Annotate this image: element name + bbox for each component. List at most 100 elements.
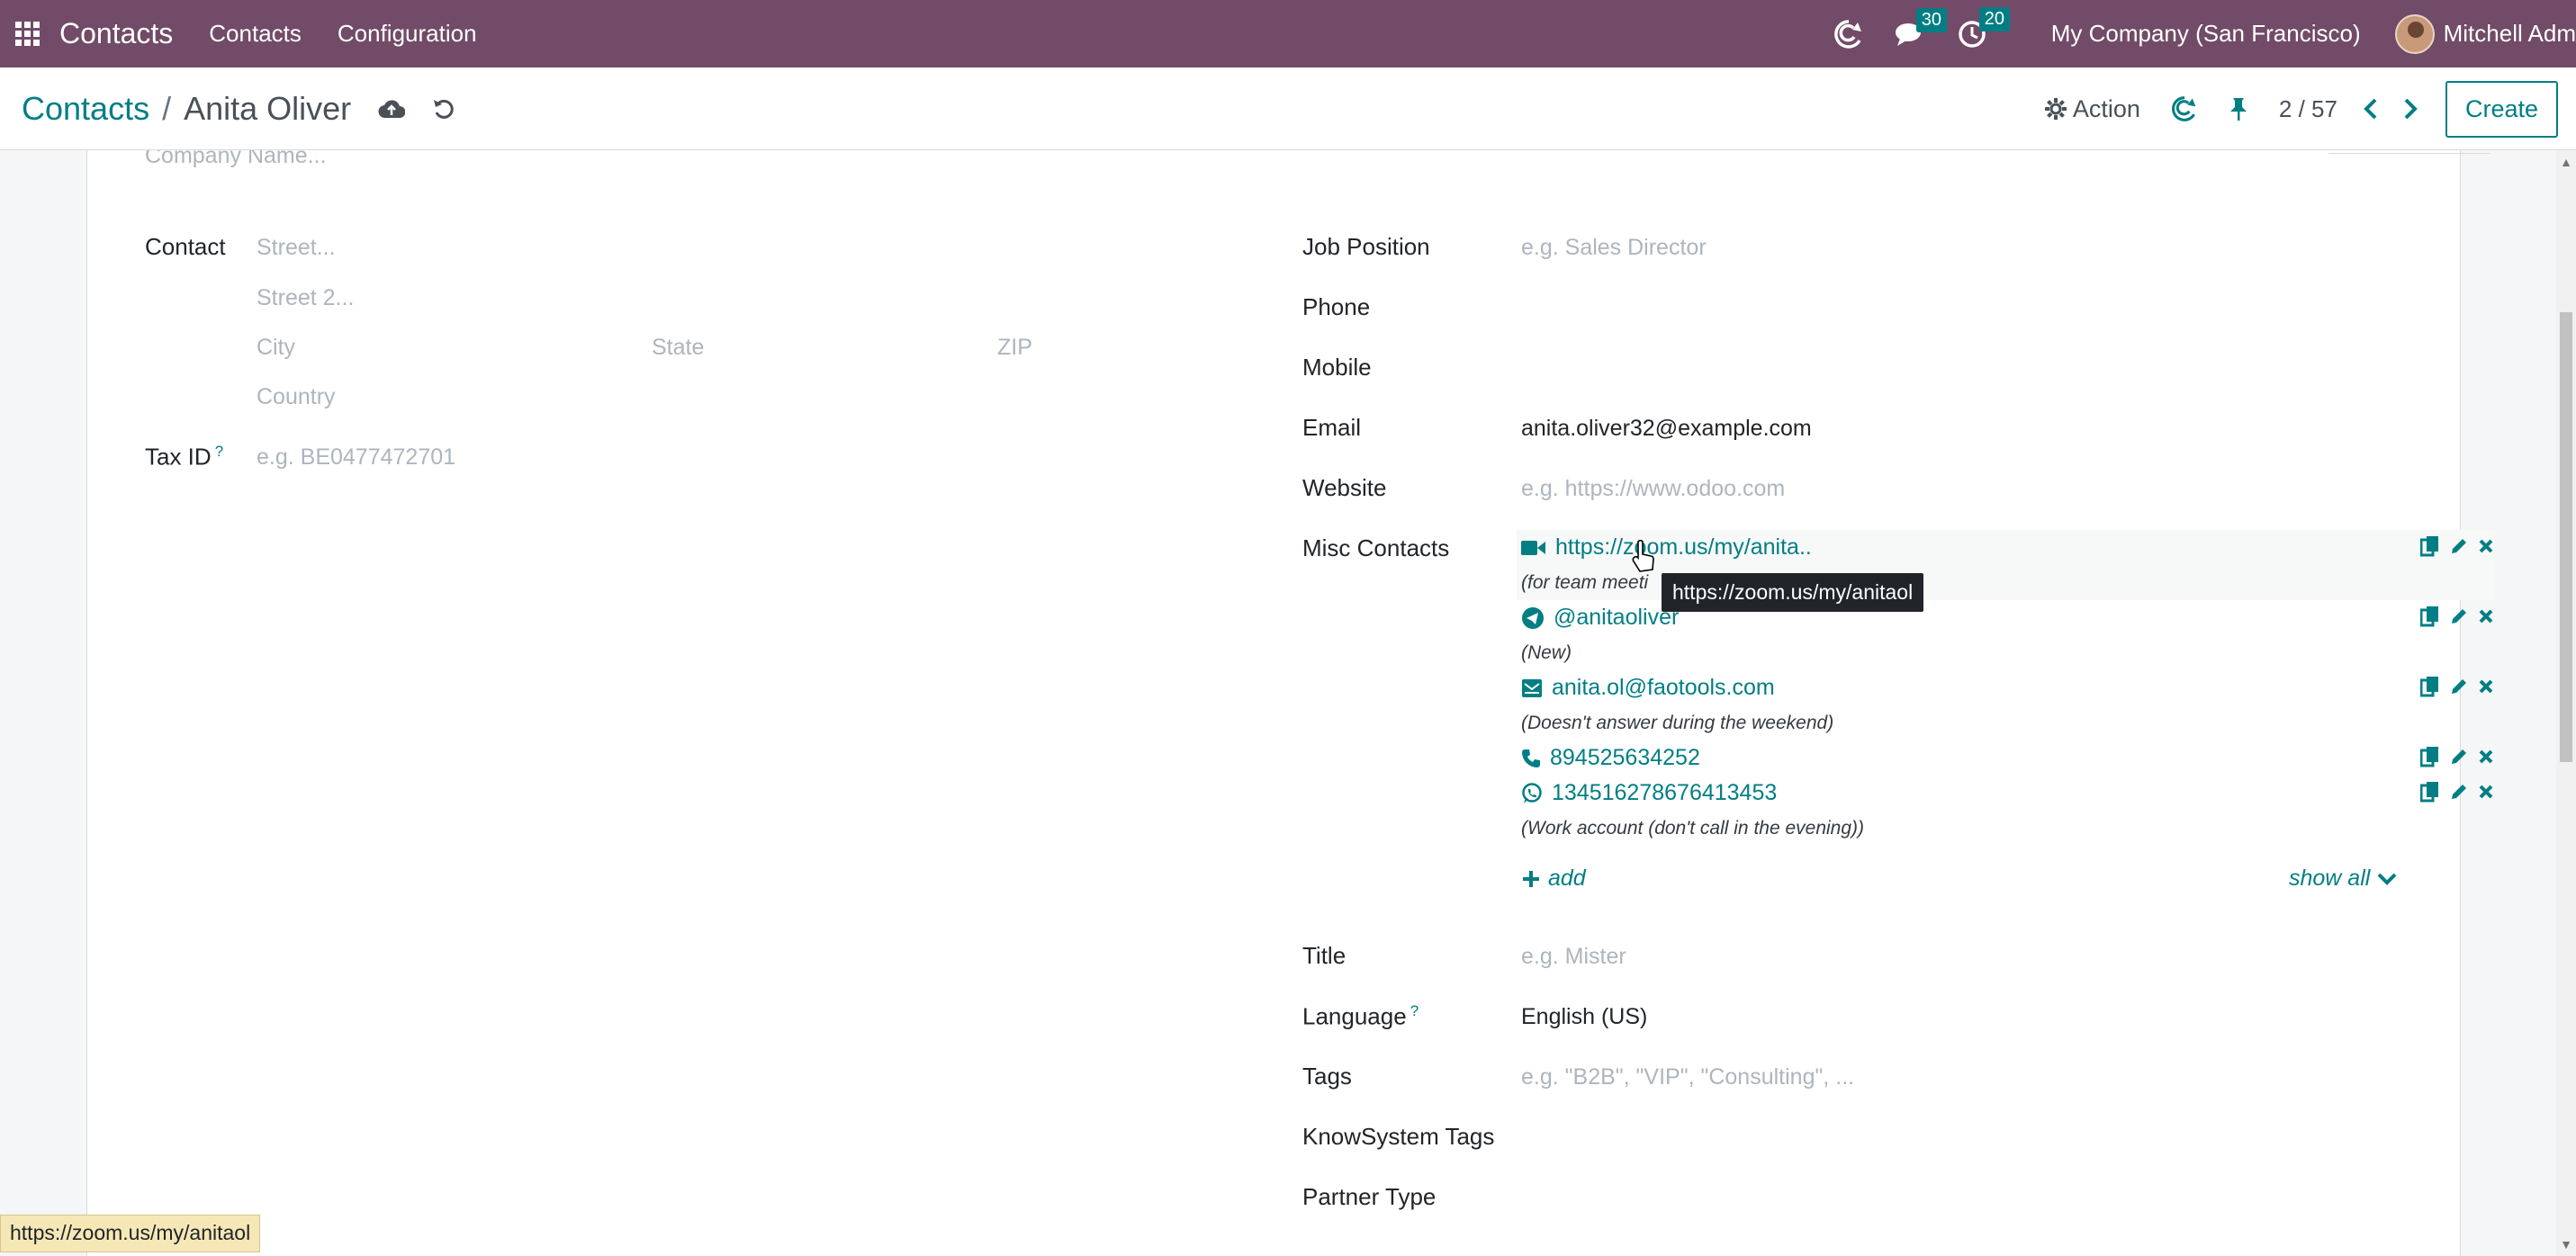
misc-contact-telegram-value: @anitaoliver [1554,605,1680,630]
delete-x-icon[interactable] [2478,749,2494,765]
misc-contact-email-note: (Doesn't answer during the weekend) [1521,713,1834,733]
job-position-input[interactable]: e.g. Sales Director [1521,235,1707,261]
mouse-pointer-icon [1632,540,1654,572]
tax-id-help-icon[interactable]: ? [215,443,223,460]
email-label: Email [1302,414,1362,441]
copy-icon[interactable] [2420,606,2440,627]
language-help-icon[interactable]: ? [1410,1002,1419,1019]
discuss-icon[interactable] [1833,19,1864,49]
link-tooltip: https://zoom.us/my/anitaol [1662,573,1924,612]
email-input[interactable]: anita.oliver32@example.com [1521,416,1812,442]
delete-x-icon[interactable] [2478,678,2494,695]
whatsapp-icon [1522,782,1542,803]
video-camera-icon [1521,540,1545,555]
form-sheet: Company Name... Contact Street... Street… [86,150,2495,1256]
pin-icon[interactable] [2229,96,2248,121]
country-select[interactable]: Country [257,384,336,410]
action-menu-button[interactable]: Action [2044,95,2140,123]
delete-x-icon[interactable] [2478,784,2494,800]
show-all-button[interactable]: show all [2289,866,2397,892]
language-label: Language? [1302,1002,1419,1031]
action-label: Action [2072,94,2140,122]
misc-contact-phone-link[interactable]: 894525634252 [1521,745,1700,771]
zip-input[interactable]: ZIP [997,335,1032,361]
copy-icon[interactable] [2420,746,2440,767]
tags-label: Tags [1302,1063,1352,1090]
add-label: add [1548,866,1586,891]
misc-contact-telegram-actions [2420,606,2494,627]
gear-icon [2044,98,2067,120]
contact-address-label: Contact [145,233,226,260]
street-input[interactable]: Street... [257,235,336,261]
copy-icon[interactable] [2420,535,2440,557]
top-navbar: Contacts Contacts Configuration 30 20 My… [0,0,2576,67]
telegram-icon [1522,606,1544,629]
user-avatar[interactable] [2394,13,2435,54]
pager-next-icon[interactable] [2402,97,2418,121]
plus-icon [1523,870,1539,887]
copy-icon[interactable] [2420,676,2440,697]
misc-contact-phone-actions [2420,746,2494,767]
activities-icon[interactable]: 20 [1958,6,2010,49]
edit-pencil-icon[interactable] [2449,747,2469,767]
breadcrumb-separator: / [162,89,172,127]
pager-previous-icon[interactable] [2363,97,2379,121]
pager-value[interactable]: 2 / 57 [2279,95,2337,123]
language-label-text: Language [1302,1002,1407,1030]
city-input[interactable]: City [257,335,295,361]
breadcrumb-current: Anita Oliver [184,89,352,127]
misc-contact-email-value: anita.ol@faotools.com [1552,675,1775,700]
menu-contacts[interactable]: Contacts [209,20,302,48]
vertical-scrollbar[interactable]: ▲ ▼ [2556,150,2576,1256]
language-select[interactable]: English (US) [1521,1004,1647,1030]
copy-icon[interactable] [2420,781,2440,803]
misc-contact-zoom-link[interactable]: https://zoom.us/my/anita.. [1521,534,1812,561]
partner-type-label: Partner Type [1302,1183,1437,1210]
delete-x-icon[interactable] [2478,608,2494,624]
activities-badge: 20 [1978,6,2010,31]
create-button[interactable]: Create [2445,80,2558,138]
misc-contact-zoom-value: https://zoom.us/my/anita.. [1555,534,1812,560]
menu-configuration[interactable]: Configuration [338,20,477,48]
edit-pencil-icon[interactable] [2449,536,2469,556]
envelope-icon [1522,678,1542,697]
edit-pencil-icon[interactable] [2449,606,2469,626]
street2-input[interactable]: Street 2... [257,285,354,311]
save-cloud-icon[interactable] [378,98,406,120]
website-input[interactable]: e.g. https://www.odoo.com [1521,476,1785,502]
misc-contact-zoom-actions [2420,535,2494,557]
browser-status-url: https://zoom.us/my/anitaol [0,1215,261,1252]
chevron-down-icon [2377,873,2397,885]
website-label: Website [1302,474,1387,501]
tax-id-input[interactable]: e.g. BE0477472701 [257,444,455,471]
company-switcher[interactable]: My Company (San Francisco) [2051,20,2361,48]
misc-contact-telegram-link[interactable]: @anitaoliver [1521,605,1679,631]
add-misc-contact-button[interactable]: add [1521,866,1586,892]
tags-input[interactable]: e.g. "B2B", "VIP", "Consulting", ... [1521,1064,1854,1090]
show-all-label: show all [2289,866,2371,891]
form-view: Company Name... Contact Street... Street… [0,150,2556,1256]
mobile-label: Mobile [1302,354,1372,381]
breadcrumb-contacts[interactable]: Contacts [22,90,149,128]
misc-contact-email-link[interactable]: anita.ol@faotools.com [1521,675,1775,701]
chatter-refresh-icon[interactable] [2171,95,2198,122]
scroll-up-arrow-icon[interactable]: ▲ [2560,156,2572,168]
misc-contact-telegram-note: (New) [1521,642,1572,663]
misc-contact-phone-value: 894525634252 [1550,745,1700,770]
misc-contact-zoom-note: (for team meeti [1521,572,1649,593]
title-select[interactable]: e.g. Mister [1521,944,1626,970]
misc-contact-whatsapp-link[interactable]: 134516278676413453 [1521,780,1777,806]
discard-undo-icon[interactable] [432,97,455,121]
app-brand[interactable]: Contacts [59,17,173,50]
apps-menu-icon[interactable] [0,0,54,67]
delete-x-icon[interactable] [2478,538,2494,554]
edit-pencil-icon[interactable] [2449,782,2469,802]
company-name-input[interactable]: Company Name... [145,150,326,169]
messages-icon[interactable]: 30 [1895,7,1947,48]
scroll-down-arrow-icon[interactable]: ▼ [2560,1238,2572,1251]
tax-id-label: Tax ID? [145,443,223,471]
user-menu[interactable]: Mitchell Adm [2444,20,2576,48]
scroll-thumb[interactable] [2560,312,2572,762]
state-select[interactable]: State [652,335,704,361]
edit-pencil-icon[interactable] [2449,677,2469,696]
